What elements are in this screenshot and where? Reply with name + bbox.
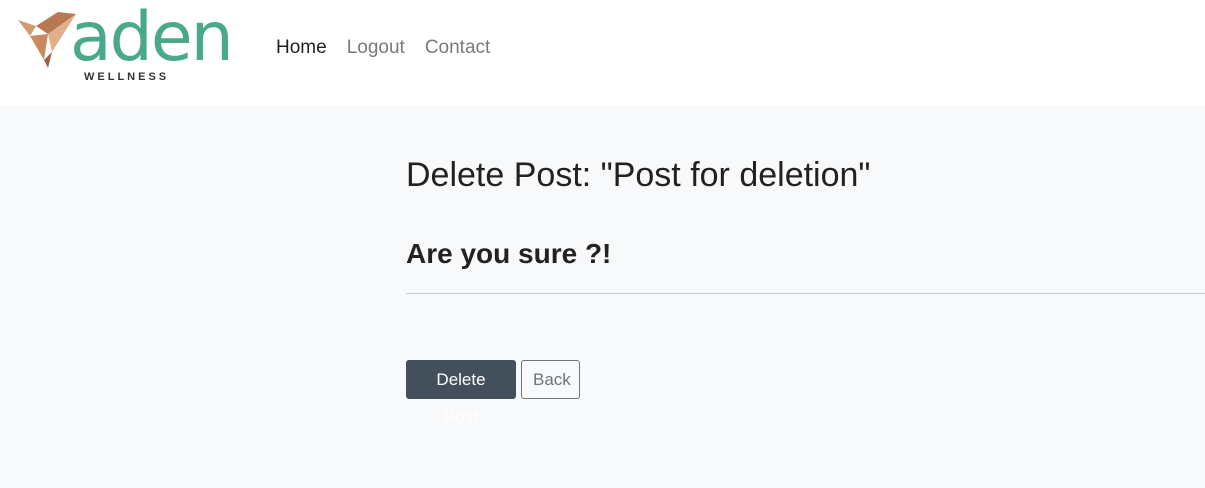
brand-logo[interactable]: aden WELLNESS	[18, 0, 243, 88]
brand-name: aden	[70, 0, 234, 77]
page-title: Delete Post: "Post for deletion"	[406, 156, 871, 194]
origami-bird-icon	[18, 12, 76, 68]
delete-post-button[interactable]: Delete Post	[406, 360, 516, 426]
nav-logout-link[interactable]: Logout	[347, 36, 405, 60]
navbar: aden WELLNESS Home Logout Contact	[0, 0, 1205, 105]
confirm-question: Are you sure ?!	[406, 238, 612, 269]
divider	[406, 293, 1205, 294]
nav-home-link[interactable]: Home	[276, 36, 327, 60]
back-button[interactable]: Back	[521, 360, 580, 399]
nav-contact-link[interactable]: Contact	[425, 36, 490, 60]
brand-tagline: WELLNESS	[84, 71, 170, 83]
main-nav: Home Logout Contact	[276, 36, 490, 60]
